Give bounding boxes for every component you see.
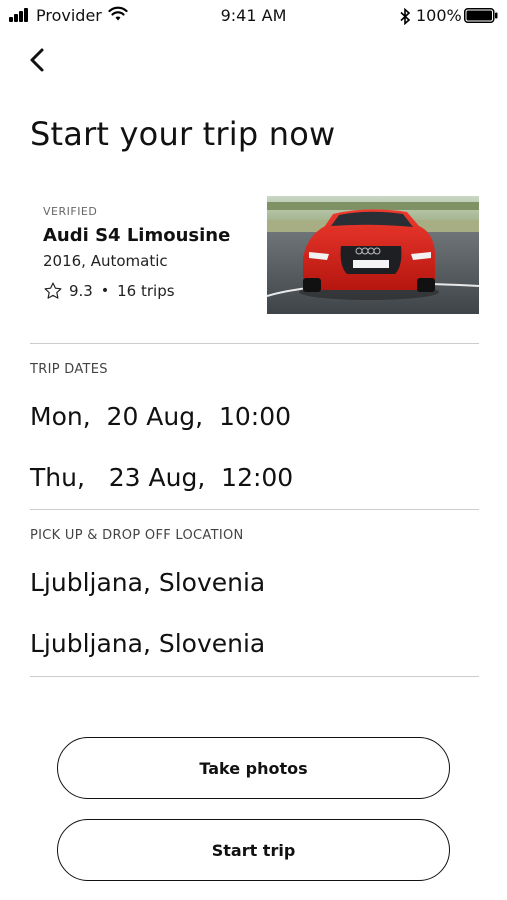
trip-count: 16 trips	[117, 282, 175, 300]
car-rating-row: 9.3 • 16 trips	[43, 281, 175, 301]
bluetooth-icon	[400, 8, 411, 25]
trip-start-date[interactable]: Mon, 20 Aug, 10:00	[30, 402, 291, 431]
pickup-location[interactable]: Ljubljana, Slovenia	[30, 568, 265, 597]
rating-value: 9.3	[69, 282, 93, 300]
back-chevron-icon[interactable]	[26, 44, 50, 76]
divider	[30, 343, 479, 344]
status-bar: Provider 9:41 AM 100%	[0, 0, 507, 32]
trip-end-date[interactable]: Thu, 23 Aug, 12:00	[30, 463, 293, 492]
battery-percent: 100%	[416, 6, 462, 25]
battery-icon	[464, 8, 498, 23]
start-trip-button[interactable]: Start trip	[57, 819, 450, 881]
car-details: 2016, Automatic	[43, 252, 168, 270]
star-outline-icon	[44, 282, 62, 299]
car-photo	[267, 196, 479, 314]
dropoff-location[interactable]: Ljubljana, Slovenia	[30, 629, 265, 658]
divider	[30, 509, 479, 510]
car-name: Audi S4 Limousine	[43, 225, 231, 246]
take-photos-button[interactable]: Take photos	[57, 737, 450, 799]
rating-separator: •	[100, 283, 110, 299]
location-label: PICK UP & DROP OFF LOCATION	[30, 528, 244, 543]
divider	[30, 676, 479, 677]
trip-dates-label: TRIP DATES	[30, 362, 108, 377]
verified-badge: VERIFIED	[43, 205, 98, 218]
page-title: Start your trip now	[30, 115, 336, 153]
